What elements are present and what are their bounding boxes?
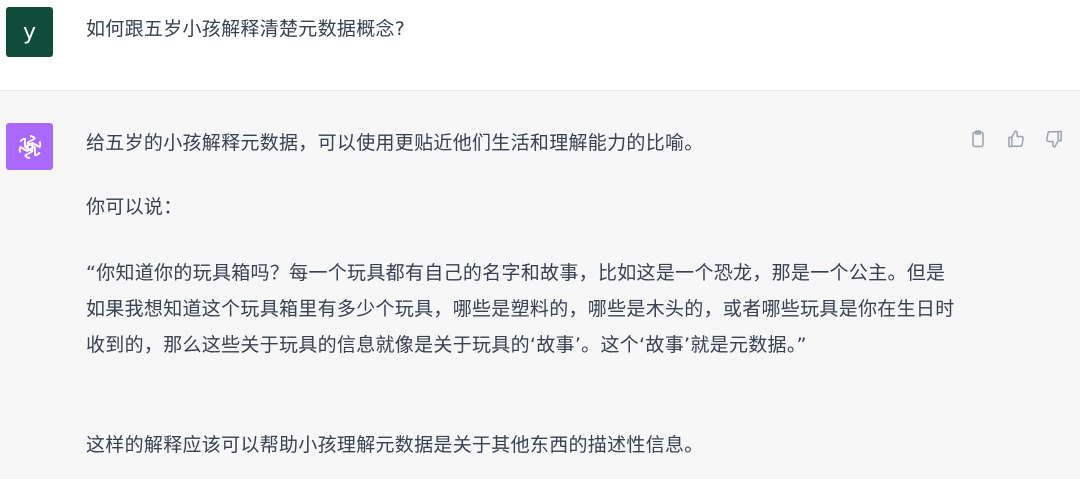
user-message-row: y 如何跟五岁小孩解释清楚元数据概念? <box>0 0 1080 91</box>
clipboard-icon <box>972 130 984 148</box>
assistant-paragraph: 这样的解释应该可以帮助小孩理解元数据是关于其他东西的描述性信息。 <box>86 434 704 456</box>
assistant-paragraph: 你可以说： <box>86 196 183 218</box>
assistant-avatar <box>6 123 53 170</box>
thumbs-down-button[interactable] <box>1042 127 1066 151</box>
message-actions <box>966 127 1066 151</box>
thumbs-down-icon <box>1046 130 1062 148</box>
assistant-paragraph: “你知道你的玩具箱吗？每一个玩具都有自己的名字和故事，比如这是一个恐龙，那是一个… <box>86 262 955 356</box>
assistant-paragraph: 给五岁的小孩解释元数据，可以使用更贴近他们生活和理解能力的比喻。 <box>86 132 704 154</box>
user-avatar: y <box>6 7 53 57</box>
assistant-message-row: 给五岁的小孩解释元数据，可以使用更贴近他们生活和理解能力的比喻。 你可以说： “… <box>0 91 1080 479</box>
copy-button[interactable] <box>966 127 990 151</box>
thumbs-up-icon <box>1008 130 1024 148</box>
user-avatar-letter: y <box>22 19 37 45</box>
user-question: 如何跟五岁小孩解释清楚元数据概念? <box>86 18 406 40</box>
openai-logo-icon <box>18 134 41 159</box>
thumbs-up-button[interactable] <box>1004 127 1028 151</box>
